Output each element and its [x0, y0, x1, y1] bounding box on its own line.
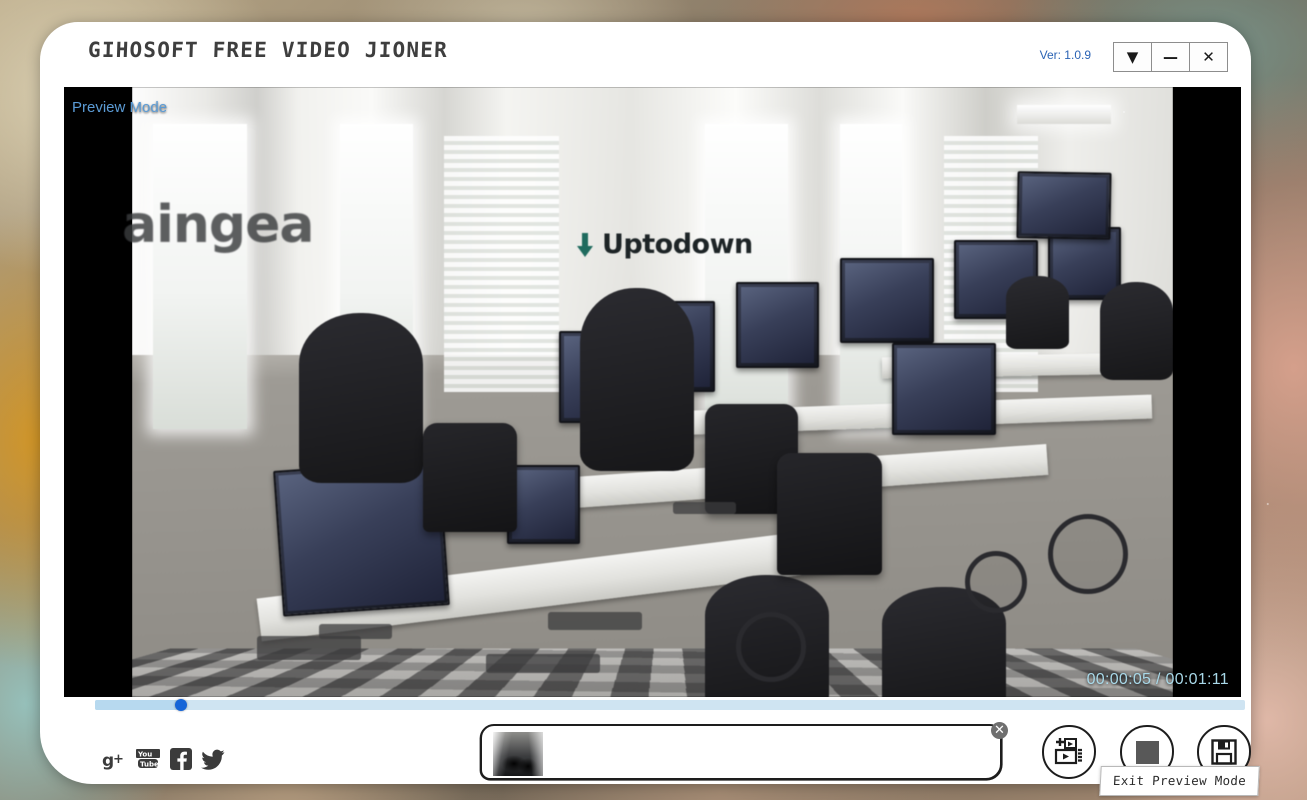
scene-window — [704, 123, 788, 429]
googleplus-icon[interactable]: g + — [102, 750, 126, 770]
scene-blinds — [444, 135, 559, 392]
chevron-down-icon[interactable]: ▼ — [1113, 42, 1152, 72]
window-controls: ▼ — ✕ — [1113, 42, 1228, 72]
video-frame-content — [132, 87, 1173, 697]
title-bar: GIHOSOFT FREE VIDEO JIONER Ver: 1.0.9 ▼ … — [40, 22, 1251, 84]
close-icon[interactable]: ✕ — [1189, 42, 1228, 72]
uptodown-watermark-text: Uptodown — [602, 229, 753, 260]
down-arrow-icon — [577, 232, 593, 257]
tooltip-exit-preview-mode: Exit Preview Mode — [1099, 766, 1260, 796]
scene-person — [298, 312, 424, 484]
seek-bar[interactable] — [95, 699, 1245, 711]
uptodown-watermark: Uptodown — [574, 229, 753, 260]
add-video-button[interactable] — [1042, 725, 1096, 779]
scene-ceiling-light — [1016, 105, 1111, 124]
desktop-wallpaper: GIHOSOFT FREE VIDEO JIONER Ver: 1.0.9 ▼ … — [0, 0, 1307, 800]
scene-window — [152, 123, 247, 429]
remove-video-icon[interactable]: ✕ — [991, 722, 1008, 739]
seek-progress-fill — [95, 700, 182, 710]
youtube-icon[interactable]: You Tube — [135, 748, 161, 770]
twitter-icon[interactable] — [201, 749, 225, 770]
scene-chair — [777, 453, 882, 575]
video-list-box[interactable]: ✕ — [480, 722, 1008, 780]
letterbox-left — [64, 87, 132, 697]
minimize-icon[interactable]: — — [1151, 42, 1190, 72]
social-links: g + You Tube — [102, 748, 225, 770]
seek-handle[interactable] — [175, 699, 188, 711]
video-preview[interactable]: aingea Uptodown Preview Mode 00:00:05 / … — [64, 87, 1241, 697]
scene-bicycle — [735, 611, 806, 682]
scene-person — [1100, 282, 1173, 380]
svg-text:+: + — [113, 752, 124, 767]
scene-person — [1006, 276, 1069, 350]
page-title: GIHOSOFT FREE VIDEO JIONER — [87, 38, 449, 62]
scene-chair — [423, 422, 518, 533]
letterbox-right — [1173, 87, 1241, 697]
add-video-icon — [1054, 738, 1082, 765]
scene-bicycle — [964, 550, 1027, 613]
scene-person — [579, 288, 695, 472]
list-item[interactable] — [493, 732, 543, 776]
svg-text:Tube: Tube — [140, 761, 159, 769]
video-thumbnail — [493, 732, 543, 776]
scene-wall-text: aingea — [122, 195, 315, 255]
version-label: Ver: 1.0.9 — [1039, 48, 1091, 62]
application-window: GIHOSOFT FREE VIDEO JIONER Ver: 1.0.9 ▼ … — [40, 22, 1251, 784]
time-display: 00:00:05 / 00:01:11 — [1086, 671, 1229, 688]
stop-icon — [1135, 740, 1159, 764]
scene-bicycle — [1048, 514, 1129, 594]
svg-text:You: You — [137, 751, 152, 759]
preview-mode-badge: Preview Mode — [72, 99, 168, 116]
save-icon — [1211, 739, 1237, 765]
facebook-icon[interactable] — [170, 748, 192, 770]
